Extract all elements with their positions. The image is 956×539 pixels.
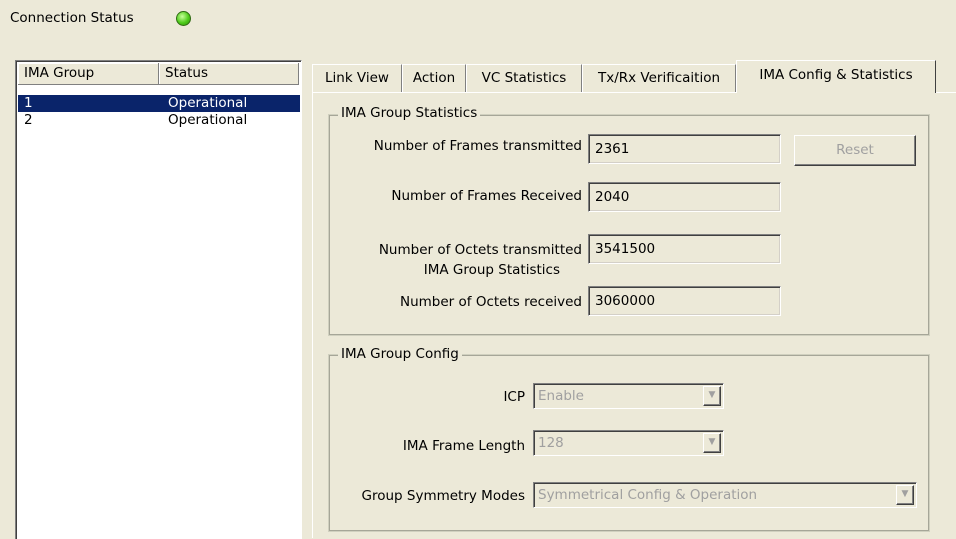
octets-transmitted-sublabel: IMA Group Statistics xyxy=(423,262,560,278)
chevron-down-icon[interactable]: ▼ xyxy=(703,433,721,453)
chevron-down-icon[interactable]: ▼ xyxy=(703,386,721,406)
ima-frame-length-select[interactable]: 128 ▼ xyxy=(533,430,724,456)
reset-button[interactable]: Reset xyxy=(794,135,916,166)
column-header-status[interactable]: Status xyxy=(159,63,299,85)
frames-transmitted-label: Number of Frames transmitted xyxy=(373,138,582,154)
list-item-group: 1 xyxy=(24,95,33,111)
icp-select-value: Enable xyxy=(538,388,584,404)
frames-received-field[interactable]: 2040 xyxy=(588,182,781,212)
octets-transmitted-label: Number of Octets transmitted xyxy=(378,242,582,258)
list-item[interactable]: 1 Operational xyxy=(18,95,300,112)
list-item-group: 2 xyxy=(24,112,33,128)
icp-select[interactable]: Enable ▼ xyxy=(533,383,724,409)
octets-received-label: Number of Octets received xyxy=(400,294,582,310)
group-symmetry-modes-value: Symmetrical Config & Operation xyxy=(538,487,758,503)
connection-status-indicator-icon xyxy=(176,11,191,26)
octets-received-field[interactable]: 3060000 xyxy=(588,286,781,316)
list-item[interactable]: 2 Operational xyxy=(18,112,300,129)
list-item-status: Operational xyxy=(168,112,248,128)
ima-group-config-title: IMA Group Config xyxy=(338,346,462,362)
tab-action[interactable]: Action xyxy=(402,64,466,92)
connection-status-label: Connection Status xyxy=(10,10,134,26)
octets-transmitted-field[interactable]: 3541500 xyxy=(588,234,781,264)
group-symmetry-modes-label: Group Symmetry Modes xyxy=(361,488,526,504)
chevron-down-icon[interactable]: ▼ xyxy=(896,485,914,505)
tab-link-view[interactable]: Link View xyxy=(312,64,402,92)
group-symmetry-modes-select[interactable]: Symmetrical Config & Operation ▼ xyxy=(533,482,917,508)
ima-group-list[interactable]: IMA Group Status 1 Operational 2 Operati… xyxy=(15,60,302,539)
column-header-ima-group[interactable]: IMA Group xyxy=(18,63,159,85)
frames-received-label: Number of Frames Received xyxy=(391,188,582,204)
frames-transmitted-field[interactable]: 2361 xyxy=(588,134,781,164)
tab-ima-config-statistics[interactable]: IMA Config & Statistics xyxy=(736,60,936,93)
tab-vc-statistics[interactable]: VC Statistics xyxy=(466,64,582,92)
tab-tx-rx-verification[interactable]: Tx/Rx Verificaition xyxy=(582,64,736,92)
list-item-status: Operational xyxy=(168,95,248,111)
ima-group-statistics-title: IMA Group Statistics xyxy=(338,105,481,121)
ima-frame-length-label: IMA Frame Length xyxy=(402,438,525,454)
icp-label: ICP xyxy=(503,389,525,405)
ima-frame-length-value: 128 xyxy=(538,435,564,451)
